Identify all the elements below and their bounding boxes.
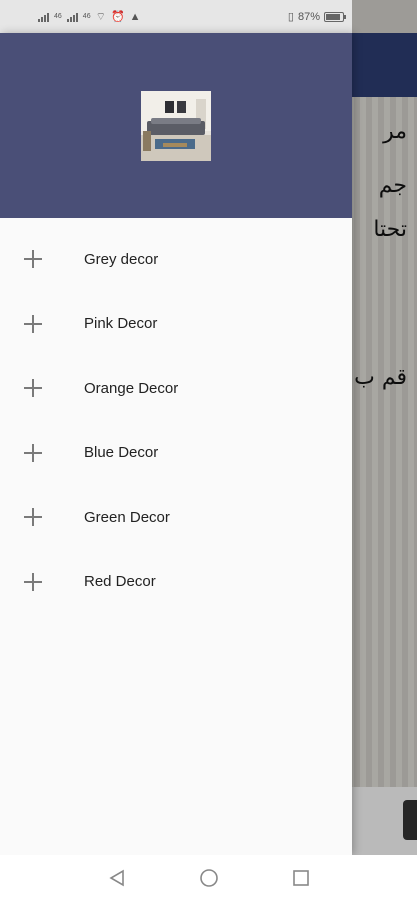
network-type-2: 46 xyxy=(82,13,91,20)
menu-item-red-decor[interactable]: Red Decor xyxy=(0,550,352,615)
signal-icon-2 xyxy=(66,12,78,22)
menu-item-blue-decor[interactable]: Blue Decor xyxy=(0,421,352,486)
plus-icon xyxy=(24,572,42,591)
menu-item-label: Blue Decor xyxy=(84,444,159,462)
home-button[interactable] xyxy=(197,866,221,890)
menu-item-label: Pink Decor xyxy=(84,315,158,333)
plus-icon xyxy=(24,314,42,333)
header-room-image xyxy=(141,91,211,161)
alarm-icon: ⏰ xyxy=(110,11,125,23)
menu-item-label: Green Decor xyxy=(84,508,170,526)
status-bar: 46 46 ⌔ ⏰ ▲ ▯ 87% xyxy=(0,0,352,33)
back-button[interactable] xyxy=(105,866,129,890)
menu-item-orange-decor[interactable]: Orange Decor xyxy=(0,356,352,421)
home-circle-icon xyxy=(199,868,218,887)
plus-icon xyxy=(24,250,42,269)
battery-percent: 87% xyxy=(297,10,320,23)
menu-item-grey-decor[interactable]: Grey decor xyxy=(0,227,352,292)
battery-icon xyxy=(324,11,346,22)
menu-item-label: Orange Decor xyxy=(84,379,179,397)
notification-bell-icon: ▲ xyxy=(129,10,141,23)
menu-item-label: Grey decor xyxy=(84,250,159,268)
vibrate-icon: ▯ xyxy=(287,11,294,23)
living-room-thumbnail xyxy=(141,91,211,161)
drawer-menu-list: Grey decor Pink Decor Orange Decor Blue … xyxy=(0,218,352,614)
menu-item-label: Red Decor xyxy=(84,573,156,591)
drawer-header xyxy=(0,33,352,218)
plus-icon xyxy=(24,508,42,527)
recents-square-icon xyxy=(292,869,309,886)
signal-icon-1 xyxy=(38,12,49,22)
plus-icon xyxy=(24,379,42,398)
navigation-drawer: Grey decor Pink Decor Orange Decor Blue … xyxy=(0,33,352,855)
wifi-icon: ⌔ xyxy=(95,10,106,23)
menu-item-pink-decor[interactable]: Pink Decor xyxy=(0,292,352,357)
back-triangle-icon xyxy=(108,869,124,886)
recents-button[interactable] xyxy=(289,866,313,890)
plus-icon xyxy=(24,443,42,462)
network-type-1: 46 xyxy=(54,13,62,20)
menu-item-green-decor[interactable]: Green Decor xyxy=(0,485,352,550)
system-navigation-bar xyxy=(0,855,417,900)
